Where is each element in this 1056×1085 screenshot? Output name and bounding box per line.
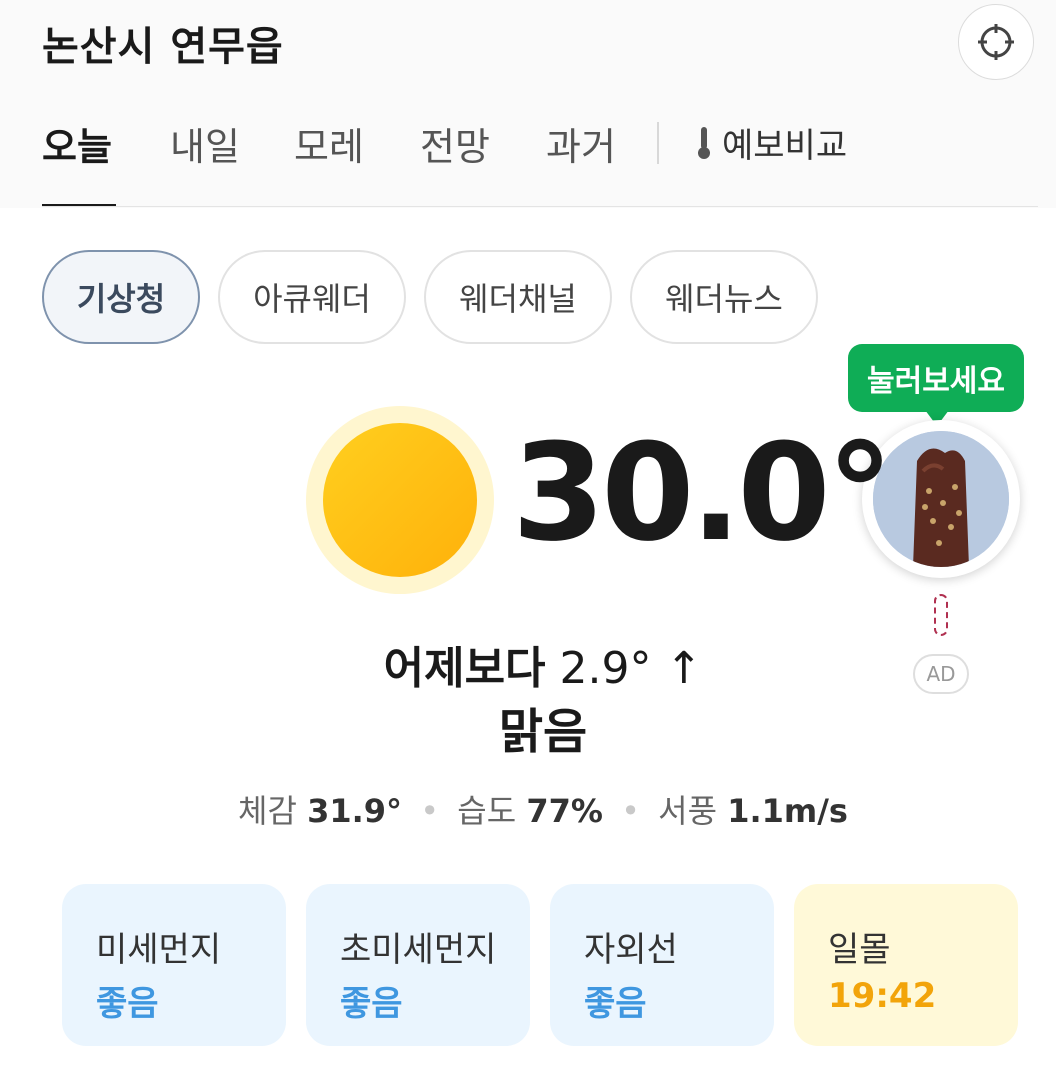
location-title[interactable]: 논산시 연무읍 [42,14,284,72]
feels-like-label: 체감 [238,792,297,830]
card-value: 좋음 [340,984,403,1024]
card-fine-dust[interactable]: 미세먼지 좋음 [62,884,286,1046]
day-tabs: 오늘 내일 모레 전망 과거 예보비교 [0,86,1056,208]
provider-kma[interactable]: 기상청 [42,250,200,344]
weather-condition: 맑음 [498,704,588,760]
ad-tooltip[interactable]: 눌러보세요 [848,344,1024,412]
humidity-label: 습도 [457,792,517,830]
card-label: 자외선 [584,930,678,970]
weather-details: 체감 31.9° • 습도 77% • 서풍 1.1m/s [238,792,848,830]
card-value: 좋음 [96,984,159,1024]
compare-prefix: 어제보다 [383,643,546,694]
compare-value: 2.9° [559,643,652,694]
yesterday-compare: 어제보다 2.9° ↑ [0,632,1056,696]
tab-forecast-compare[interactable]: 예보비교 [694,118,847,167]
tab-past[interactable]: 과거 [546,116,616,171]
wind-value: 1.1m/s [727,792,848,830]
card-value: 좋음 [584,984,647,1024]
tab-divider [657,122,659,164]
provider-weathernews[interactable]: 웨더뉴스 [630,250,818,344]
ice-cream-bar-icon [873,431,1009,567]
tab-day-after-tomorrow[interactable]: 모레 [294,116,364,171]
tabs-divider [42,206,1038,207]
forecast-compare-label: 예보비교 [722,126,848,166]
card-uv[interactable]: 자외선 좋음 [550,884,774,1046]
ad-indicator [934,594,948,636]
tab-tomorrow[interactable]: 내일 [170,116,240,171]
humidity-value: 77% [526,792,603,830]
crosshair-icon [978,24,1014,60]
thermometer-icon [698,126,710,159]
card-ultrafine-dust[interactable]: 초미세먼지 좋음 [306,884,530,1046]
wind-label: 서풍 [658,792,718,830]
card-label: 초미세먼지 [340,930,497,970]
card-label: 미세먼지 [96,930,222,970]
provider-weatherchannel[interactable]: 웨더채널 [424,250,612,344]
card-label: 일몰 [828,930,891,970]
header: 논산시 연무읍 [0,0,1056,86]
tab-today[interactable]: 오늘 [42,116,112,171]
current-location-button[interactable] [958,4,1034,80]
arrow-up-icon: ↑ [665,643,703,694]
card-sunset[interactable]: 일몰 19:42 [794,884,1018,1046]
current-temperature: 30.0° [512,415,894,571]
provider-accuweather[interactable]: 아큐웨더 [218,250,406,344]
tab-outlook[interactable]: 전망 [420,116,490,171]
feels-like-value: 31.9° [307,792,403,830]
sun-icon [306,406,494,594]
card-value: 19:42 [828,976,937,1016]
